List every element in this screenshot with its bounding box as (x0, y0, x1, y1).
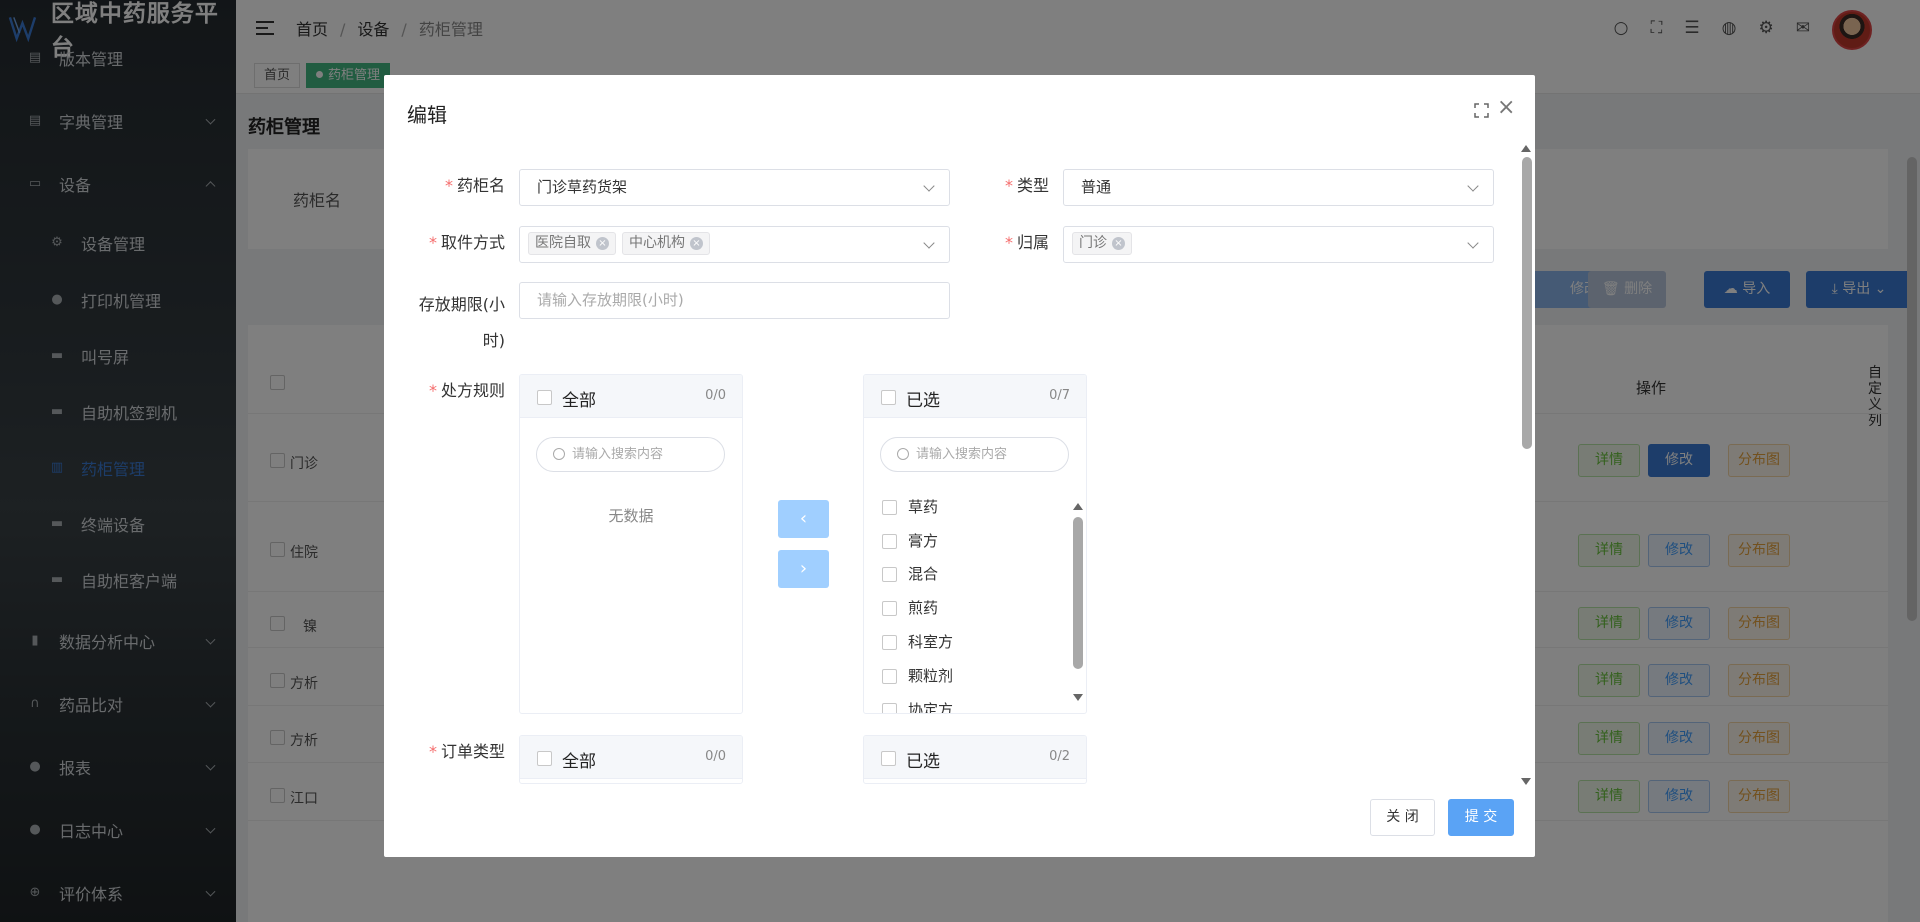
storage-label: 存放期限(小时) (418, 295, 505, 350)
search-icon (553, 448, 565, 460)
tag-hospital-pickup: 医院自取 × (528, 231, 616, 255)
panel-count: 0/0 (705, 749, 726, 764)
dialog-scrollbar[interactable] (1521, 145, 1533, 785)
panel-title: 全部 (562, 752, 596, 772)
list-item[interactable]: 颗粒剂 (882, 665, 953, 686)
chevron-down-icon (923, 237, 935, 249)
order-left-select-all-checkbox[interactable] (537, 751, 552, 766)
close-icon[interactable]: × (1497, 95, 1515, 120)
panel-title: 已选 (906, 752, 940, 772)
list-item[interactable]: 草药 (882, 496, 938, 517)
list-item[interactable]: 协定方 (882, 699, 953, 713)
chevron-down-icon (1467, 237, 1479, 249)
item-checkbox[interactable] (882, 669, 897, 684)
rx-left-select-all-checkbox[interactable] (537, 390, 552, 405)
panel-title: 已选 (906, 391, 940, 411)
chevron-down-icon (1467, 180, 1479, 192)
scroll-down-icon[interactable] (1073, 694, 1083, 701)
tag-remove-icon[interactable]: × (596, 236, 609, 250)
order-right-select-all-checkbox[interactable] (881, 751, 896, 766)
tag-center: 中心机构 × (622, 231, 710, 255)
rx-rules-label: * 处方规则 (428, 381, 505, 400)
submit-button[interactable]: 提 交 (1448, 799, 1514, 836)
panel-count: 0/0 (705, 388, 726, 403)
move-right-button[interactable]: › (778, 550, 829, 588)
type-label: * 类型 (1004, 176, 1049, 195)
pickup-multiselect[interactable]: 医院自取 × 中心机构 × (519, 226, 950, 263)
close-button[interactable]: 关 闭 (1370, 799, 1435, 836)
tag-remove-icon[interactable]: × (690, 236, 703, 250)
list-item[interactable]: 膏方 (882, 530, 938, 551)
rx-left-panel: 全部 0/0 请输入搜索内容 无数据 (519, 374, 743, 714)
list-item[interactable]: 科室方 (882, 631, 953, 652)
owner-label: * 归属 (1004, 233, 1049, 252)
list-item[interactable]: 混合 (882, 563, 938, 584)
list-scrollbar[interactable] (1073, 503, 1083, 701)
storage-input[interactable]: 请输入存放期限(小时) (519, 282, 950, 319)
type-select[interactable]: 普通 (1063, 169, 1494, 206)
scroll-down-icon[interactable] (1521, 778, 1531, 785)
scroll-up-icon[interactable] (1521, 145, 1531, 152)
rx-right-search-input[interactable]: 请输入搜索内容 (880, 437, 1069, 472)
item-checkbox[interactable] (882, 703, 897, 713)
panel-count: 0/7 (1049, 388, 1070, 403)
list-item[interactable]: 煎药 (882, 597, 938, 618)
rx-right-panel: 已选 0/7 请输入搜索内容 草药 膏方 混合 煎药 科室方 颗粒剂 协定方 (863, 374, 1087, 714)
search-icon (897, 448, 909, 460)
panel-title: 全部 (562, 391, 596, 411)
scroll-up-icon[interactable] (1073, 503, 1083, 510)
tag-remove-icon[interactable]: × (1112, 236, 1125, 250)
item-checkbox[interactable] (882, 635, 897, 650)
move-left-button[interactable]: ‹ (778, 500, 829, 538)
cabinet-name-label: * 药柜名 (444, 176, 505, 195)
order-left-panel: 全部 0/0 (519, 735, 743, 784)
item-checkbox[interactable] (882, 567, 897, 582)
empty-text: 无数据 (608, 507, 654, 525)
panel-count: 0/2 (1049, 749, 1070, 764)
cabinet-name-select[interactable]: 门诊草药货架 (519, 169, 950, 206)
item-checkbox[interactable] (882, 500, 897, 515)
edit-dialog: 编辑 × * 药柜名 门诊草药货架 * 类型 普通 * 取件方式 医院自取 × 中心机构 ×… (384, 75, 1535, 857)
item-checkbox[interactable] (882, 534, 897, 549)
rx-right-select-all-checkbox[interactable] (881, 390, 896, 405)
chevron-down-icon (923, 180, 935, 192)
owner-multiselect[interactable]: 门诊 × (1063, 226, 1494, 263)
dialog-title: 编辑 (407, 103, 447, 127)
order-right-panel: 已选 0/2 (863, 735, 1087, 784)
order-type-label: * 订单类型 (428, 742, 505, 761)
rx-left-search-input[interactable]: 请输入搜索内容 (536, 437, 725, 472)
tag-outpatient: 门诊 × (1072, 231, 1132, 255)
pickup-label: * 取件方式 (428, 233, 505, 252)
item-checkbox[interactable] (882, 601, 897, 616)
fullscreen-icon[interactable] (1474, 103, 1489, 118)
